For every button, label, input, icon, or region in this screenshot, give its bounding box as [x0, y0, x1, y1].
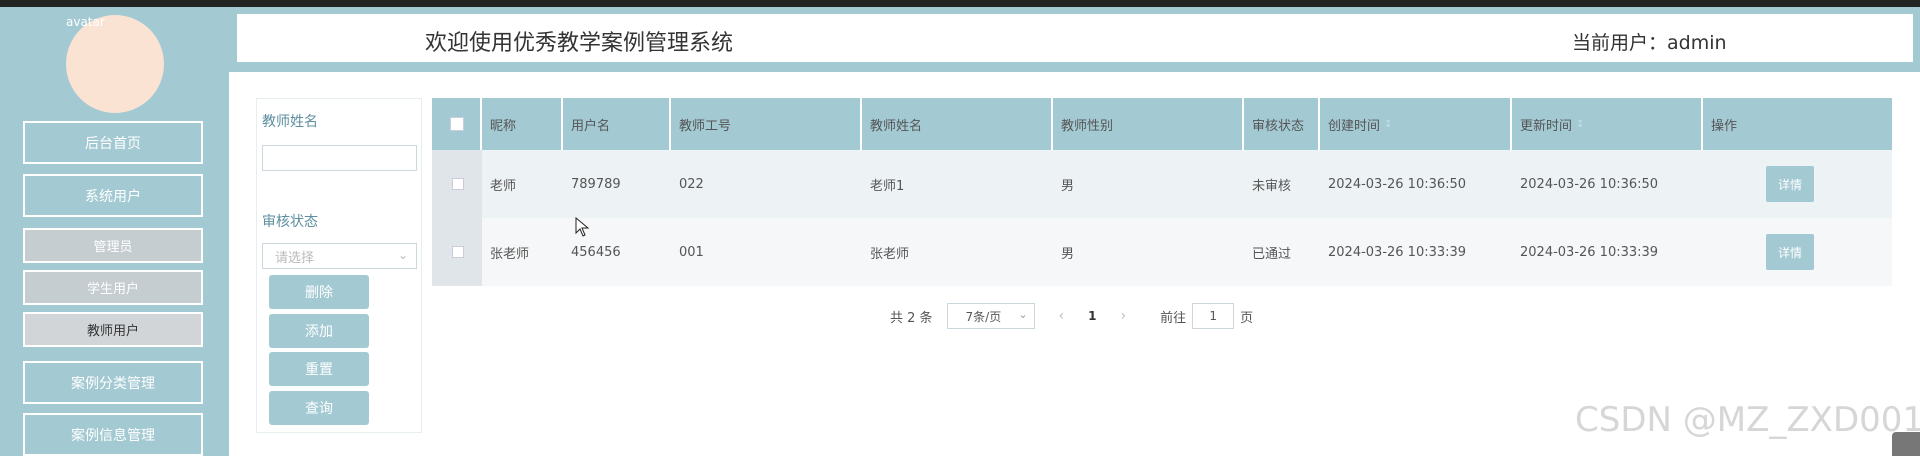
cell-gender: 男 [1061, 246, 1075, 262]
cell-created-time: 2024-03-26 10:36:50 [1328, 176, 1467, 192]
sidebar-item-dashboard[interactable]: 后台首页 [23, 121, 203, 164]
audit-status-select[interactable]: 请选择 ⌄ [262, 243, 417, 269]
add-button[interactable]: 添加 [269, 314, 369, 348]
avatar[interactable] [66, 15, 164, 113]
row-checkbox[interactable] [452, 246, 464, 258]
sidebar-item-teacher-users[interactable]: 教师用户 [23, 312, 203, 347]
col-updated-label: 更新时间 [1520, 118, 1573, 134]
chevron-down-icon: ⌄ [397, 248, 408, 262]
row-checkbox-cell [432, 218, 482, 286]
cell-teacher-name: 老师1 [870, 178, 905, 194]
avatar-alt-text: avatar [66, 15, 105, 29]
page-title: 欢迎使用优秀教学案例管理系统 [425, 31, 734, 56]
audit-status-placeholder: 请选择 [275, 250, 315, 266]
search-panel: 教师姓名 审核状态 请选择 ⌄ 删除 添加 重置 查询 [256, 98, 422, 433]
current-user-label: 当前用户：admin [1572, 32, 1727, 54]
next-page-icon[interactable]: › [1121, 308, 1127, 324]
goto-page-input[interactable]: 1 [1192, 303, 1235, 329]
sidebar-item-admin[interactable]: 管理员 [23, 228, 203, 263]
col-gender[interactable]: 教师性别 [1053, 98, 1244, 150]
page-number[interactable]: 1 [1088, 309, 1096, 323]
reset-button[interactable]: 重置 [269, 352, 369, 386]
table-header: 昵称 用户名 教师工号 教师姓名 教师性别 审核状态 创建时间 ↕ 更新时间 ↕ 操… [432, 98, 1892, 150]
watermark: CSDN @MZ_ZXD001 [1575, 400, 1920, 440]
top-bar [0, 0, 1920, 7]
pagination: 共 2 条 7条/页 ⌄ ‹ 1 › 前往 1 页 [890, 303, 1253, 329]
select-all-cell [432, 98, 482, 150]
cell-teacher-no: 001 [679, 244, 704, 260]
sidebar-item-system-users[interactable]: 系统用户 [23, 174, 203, 217]
col-updated-time[interactable]: 更新时间 ↕ [1512, 98, 1703, 150]
cell-created-time: 2024-03-26 10:33:39 [1328, 244, 1467, 260]
col-created-label: 创建时间 [1328, 118, 1381, 134]
table-row: 张老师 456456 001 张老师 男 已通过 2024-03-26 10:3… [432, 218, 1892, 286]
teacher-name-label: 教师姓名 [262, 114, 318, 130]
cell-updated-time: 2024-03-26 10:33:39 [1520, 244, 1659, 260]
chevron-down-icon: ⌄ [1018, 308, 1028, 321]
row-checkbox-cell [432, 150, 482, 218]
select-all-checkbox[interactable] [450, 117, 464, 131]
cell-nickname: 老师 [490, 178, 517, 194]
col-teacher-no[interactable]: 教师工号 [671, 98, 862, 150]
cell-audit-status: 已通过 [1252, 246, 1292, 262]
col-audit-status[interactable]: 审核状态 [1244, 98, 1320, 150]
cell-teacher-no: 022 [679, 176, 704, 192]
sidebar: avatar 后台首页 系统用户 管理员 学生用户 教师用户 案例分类管理 案例… [0, 7, 229, 456]
audit-status-label: 审核状态 [262, 214, 318, 230]
page-size-value: 7条/页 [965, 309, 1002, 324]
col-username[interactable]: 用户名 [563, 98, 671, 150]
col-action: 操作 [1711, 118, 1738, 134]
sidebar-item-case-category[interactable]: 案例分类管理 [23, 361, 203, 404]
cell-action: 详情 [1703, 218, 1892, 286]
detail-button[interactable]: 详情 [1766, 166, 1814, 202]
scroll-corner [1892, 432, 1920, 456]
sidebar-item-student-users[interactable]: 学生用户 [23, 270, 203, 305]
mouse-cursor-icon [575, 217, 590, 237]
cell-action: 详情 [1703, 150, 1892, 218]
delete-button[interactable]: 删除 [269, 275, 369, 309]
col-teacher-name[interactable]: 教师姓名 [862, 98, 1053, 150]
cell-gender: 男 [1061, 178, 1075, 194]
cell-username: 789789 [571, 176, 621, 192]
teacher-table: 昵称 用户名 教师工号 教师姓名 教师性别 审核状态 创建时间 ↕ 更新时间 ↕ 操… [432, 98, 1892, 286]
header: 欢迎使用优秀教学案例管理系统 当前用户：admin [235, 12, 1915, 64]
query-button[interactable]: 查询 [269, 391, 369, 425]
detail-button[interactable]: 详情 [1766, 234, 1814, 270]
page-suffix: 页 [1240, 310, 1254, 326]
cell-audit-status: 未审核 [1252, 178, 1292, 194]
row-checkbox[interactable] [452, 178, 464, 190]
page-size-select[interactable]: 7条/页 ⌄ [946, 303, 1035, 329]
goto-label: 前往 [1160, 310, 1187, 326]
sort-icon[interactable]: ↕ [1576, 119, 1584, 130]
sort-icon[interactable]: ↕ [1384, 119, 1392, 130]
cell-teacher-name: 张老师 [870, 246, 910, 262]
sidebar-item-case-info[interactable]: 案例信息管理 [23, 413, 203, 456]
cell-nickname: 张老师 [490, 246, 530, 262]
col-nickname[interactable]: 昵称 [482, 98, 563, 150]
pagination-total: 共 2 条 [890, 310, 933, 326]
cell-updated-time: 2024-03-26 10:36:50 [1520, 176, 1659, 192]
table-row: 老师 789789 022 老师1 男 未审核 2024-03-26 10:36… [432, 150, 1892, 218]
col-created-time[interactable]: 创建时间 ↕ [1320, 98, 1512, 150]
teacher-name-input[interactable] [262, 145, 417, 171]
prev-page-icon[interactable]: ‹ [1059, 308, 1065, 324]
